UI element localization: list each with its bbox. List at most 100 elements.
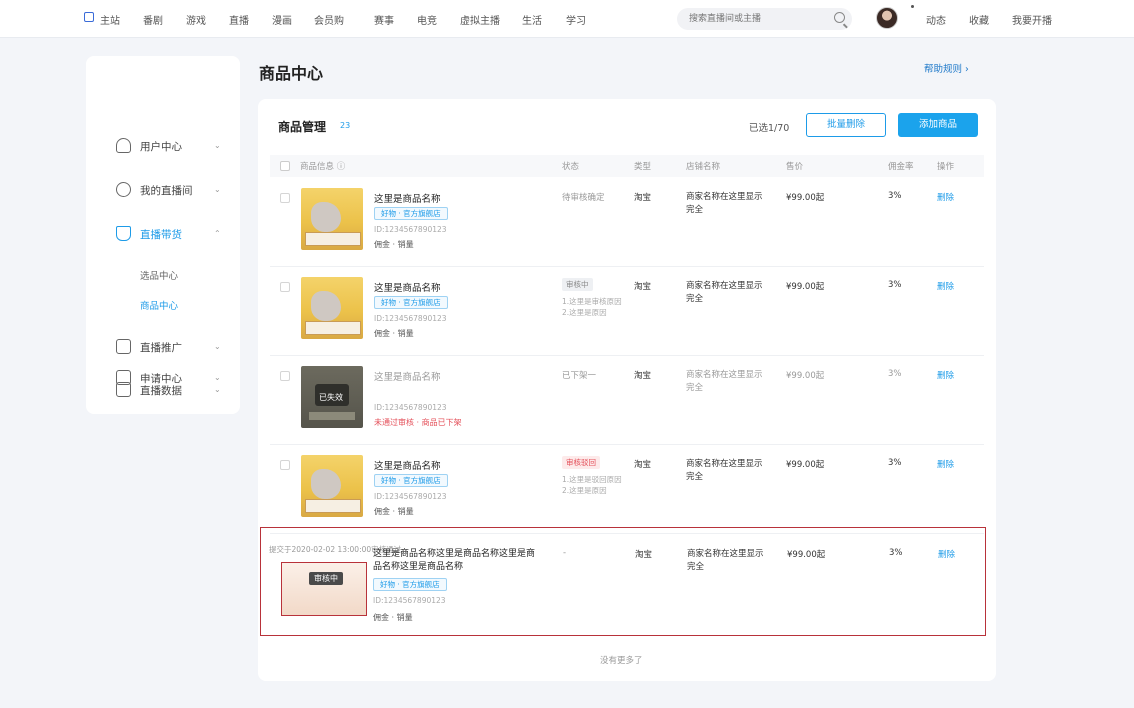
commission-rate: 3% (888, 369, 902, 379)
select-all-checkbox[interactable] (280, 161, 290, 171)
product-type: 淘宝 (635, 550, 653, 560)
product-thumbnail[interactable] (301, 277, 363, 339)
nav-item-anime[interactable]: 番剧 (143, 12, 163, 27)
live-room-icon (116, 182, 131, 197)
th-rate: 佣金率 (888, 162, 914, 172)
highlighted-table-row: 提交于2020-02-02 13:00:00审核通过 审核中 这里是商品名称这里… (260, 527, 986, 636)
sidebar-item-my-live-room[interactable]: 我的直播间 ⌄ (86, 175, 240, 205)
product-name[interactable]: 这里是商品名称这里是商品名称这里是商品名称这里是商品名称 (373, 548, 543, 574)
shop-name: 商家名称在这里显示完全 (686, 459, 763, 482)
row-checkbox[interactable] (280, 282, 290, 292)
shop-name: 商家名称在这里显示完全 (686, 281, 763, 304)
chevron-down-icon: ⌄ (214, 185, 221, 194)
product-price: ¥99.00起 (786, 282, 825, 292)
delete-link[interactable]: 删除 (937, 369, 954, 381)
delete-link[interactable]: 删除 (937, 280, 954, 292)
chevron-up-icon: ⌃ (214, 229, 221, 238)
product-info: 佣金 · 销量 (373, 613, 413, 622)
batch-delete-button[interactable]: 批量删除 (806, 113, 886, 137)
table-row: 这里是商品名称 好物 · 官方旗舰店 ID:1234567890123 佣金 ·… (270, 179, 984, 267)
table-row: 已失效 这里是商品名称 ID:1234567890123 未通过审核 · 商品已… (270, 357, 984, 445)
product-thumbnail[interactable]: 已失效 (301, 366, 363, 428)
nav-item-life[interactable]: 生活 (522, 12, 542, 27)
product-name[interactable]: 这里是商品名称 (374, 369, 441, 383)
avatar[interactable] (876, 7, 898, 29)
nav-link-start-live[interactable]: 我要开播 (1012, 12, 1052, 27)
product-thumbnail[interactable]: 审核中 (281, 562, 367, 616)
product-tag: 好物 · 官方旗舰店 (374, 474, 448, 487)
sidebar-item-live-promotion[interactable]: 直播推广 ⌄ (86, 332, 240, 362)
sidebar-subitem-product-selection[interactable]: 选品中心 (140, 268, 178, 282)
product-thumbnail[interactable] (301, 455, 363, 517)
status-text: 已下架一 (562, 371, 597, 381)
sidebar-subitem-product-center[interactable]: 商品中心 (140, 298, 178, 312)
shop-name: 商家名称在这里显示完全 (687, 549, 764, 572)
status-text: - (563, 548, 567, 558)
product-id: ID:1234567890123 (374, 492, 447, 501)
product-id: ID:1234567890123 (374, 225, 447, 234)
th-action: 操作 (937, 162, 955, 172)
status-note: 1.这里是驳回原因 2.这里是原因 (562, 475, 622, 495)
nav-item-study[interactable]: 学习 (566, 12, 586, 27)
product-type: 淘宝 (634, 460, 652, 470)
sidebar-item-label: 用户中心 (140, 141, 182, 153)
promote-icon (116, 339, 131, 354)
card-title: 商品管理 (278, 120, 327, 134)
search-icon[interactable] (834, 12, 845, 23)
product-type: 淘宝 (634, 193, 652, 203)
nav-link-favorites[interactable]: 收藏 (969, 12, 989, 27)
apply-icon (116, 370, 131, 385)
product-name[interactable]: 这里是商品名称 (374, 458, 441, 472)
product-id: ID:1234567890123 (374, 314, 447, 323)
product-name[interactable]: 这里是商品名称 (374, 191, 441, 205)
help-rules-link[interactable]: 帮助规则 › (924, 61, 969, 75)
sidebar-item-apply-center[interactable]: 申请中心 ⌄ (86, 363, 240, 393)
nav-item-home[interactable]: 主站 (100, 12, 120, 27)
sidebar-item-label: 我的直播间 (140, 185, 193, 197)
search-input[interactable] (677, 8, 852, 30)
product-price: ¥99.00起 (786, 371, 825, 381)
nav-item-live[interactable]: 直播 (229, 12, 249, 27)
nav-item-comics[interactable]: 漫画 (272, 12, 292, 27)
home-icon[interactable] (84, 12, 94, 22)
add-product-button[interactable]: 添加商品 (898, 113, 978, 137)
status-badge: 审核驳回 (562, 456, 600, 469)
product-thumbnail[interactable] (301, 188, 363, 250)
commission-rate: 3% (889, 548, 903, 558)
reviewing-tag: 审核中 (309, 572, 343, 585)
nav-item-vtuber[interactable]: 虚拟主播 (460, 12, 500, 27)
product-name[interactable]: 这里是商品名称 (374, 280, 441, 294)
row-checkbox[interactable] (280, 460, 290, 470)
product-info: 佣金 · 销量 (374, 329, 414, 338)
nav-item-mall[interactable]: 会员购 (314, 12, 344, 27)
delete-link[interactable]: 删除 (937, 191, 954, 203)
chevron-down-icon: ⌄ (214, 141, 221, 150)
sidebar-item-user-center[interactable]: 用户中心 ⌄ (86, 131, 240, 161)
delete-link[interactable]: 删除 (937, 458, 954, 470)
th-product-info: 商品信息 ⓘ (300, 162, 346, 172)
product-type: 淘宝 (634, 282, 652, 292)
sidebar-item-label: 直播推广 (140, 342, 182, 354)
nav-link-dynamics[interactable]: 动态 (926, 12, 946, 27)
cart-icon (116, 226, 131, 241)
row-checkbox[interactable] (280, 371, 290, 381)
nav-item-games[interactable]: 游戏 (186, 12, 206, 27)
status-note: 1.这里是审核原因 2.这里是原因 (562, 297, 622, 317)
product-id: ID:1234567890123 (374, 403, 447, 412)
product-count: 23 (340, 121, 351, 130)
commission-rate: 3% (888, 280, 902, 290)
delete-link[interactable]: 删除 (938, 548, 955, 560)
table-header: 商品信息 ⓘ 状态 类型 店铺名称 售价 佣金率 操作 (270, 155, 984, 177)
product-info: 佣金 · 销量 (374, 507, 414, 516)
expired-tag: 已失效 (319, 393, 343, 402)
sidebar-item-label: 申请中心 (140, 373, 182, 385)
nav-item-esports[interactable]: 电竞 (417, 12, 437, 27)
user-icon (116, 138, 131, 153)
shop-name: 商家名称在这里显示完全 (686, 370, 763, 393)
table-row: 这里是商品名称 好物 · 官方旗舰店 ID:1234567890123 佣金 ·… (270, 268, 984, 356)
product-type: 淘宝 (634, 371, 652, 381)
row-checkbox[interactable] (280, 193, 290, 203)
status-badge: 审核中 (562, 278, 593, 291)
sidebar-item-live-commerce[interactable]: 直播带货 ⌃ (86, 219, 240, 249)
nav-item-events[interactable]: 赛事 (374, 12, 394, 27)
